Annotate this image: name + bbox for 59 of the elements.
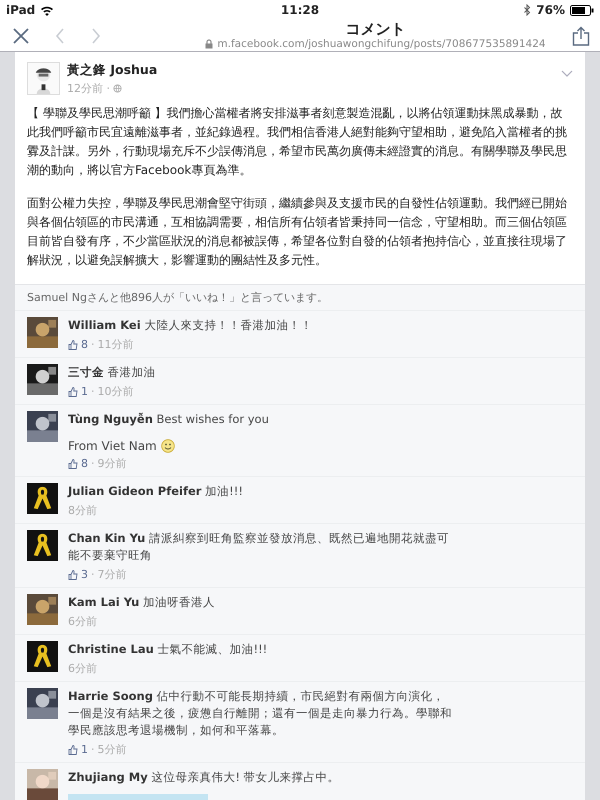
commenter-name[interactable]: 三寸金 bbox=[68, 365, 104, 379]
comment-time: 6分前 bbox=[68, 661, 97, 676]
comment-text: 三寸金 香港加油 bbox=[68, 364, 157, 381]
commenter-name[interactable]: Julian Gideon Pfeifer bbox=[68, 484, 202, 498]
comment-text: From Viet Nam bbox=[68, 439, 157, 453]
separator-dot: · bbox=[91, 743, 94, 756]
commenter-name[interactable]: Harrie Soong bbox=[68, 689, 153, 703]
comment-time: 11分前 bbox=[98, 337, 134, 352]
comment-text: Tùng Nguyễn Best wishes for you bbox=[68, 411, 270, 428]
comment-text: Julian Gideon Pfeifer 加油!!! bbox=[68, 483, 244, 500]
lock-icon bbox=[205, 39, 214, 49]
comment-text: Chan Kin Yu 請派糾察到旺角監察並發放消息、既然已遍地開花就盡可能不要棄守旺角 bbox=[68, 530, 450, 564]
like-count: 8 bbox=[81, 338, 88, 351]
post-time: 12分前 · bbox=[67, 81, 110, 96]
separator-dot: · bbox=[91, 568, 94, 581]
thumbs-up-icon[interactable] bbox=[68, 744, 78, 754]
separator-dot: · bbox=[91, 338, 94, 351]
separator-dot: · bbox=[91, 457, 94, 470]
comment-time: 9分前 bbox=[98, 456, 126, 471]
url-text[interactable]: m.facebook.com/joshuawongchifung/posts/708677535891424 bbox=[217, 38, 546, 50]
comment-text: Christine Lau 士氣不能滅、加油!!! bbox=[68, 641, 268, 658]
device-name: iPad bbox=[6, 3, 36, 17]
wifi-icon bbox=[40, 4, 54, 16]
like-count: 1 bbox=[81, 743, 88, 756]
comment-time: 5分前 bbox=[98, 742, 126, 757]
page-title: コメント bbox=[346, 21, 406, 38]
globe-icon bbox=[113, 84, 122, 93]
comment-text: Zhujiang My 这位母亲真伟大! 带女儿来撑占中。 bbox=[68, 769, 341, 786]
like-count: 3 bbox=[81, 568, 88, 581]
post-paragraph: 【 學聯及學民思潮呼籲 】我們擔心當權者將安排滋事者刻意製造混亂，以將佔領運動抹黑成暴動，故此我們呼籲市民宜遠離滋事者，並紀錄過程。我們相信香港人絕對能夠守望相助，避免陷入當權者的挑釁及計謀。另外，行動現場充斥不少誤傳消息，希望市民萬勿廣傳未經證實的消息。有關學聯及學民思潮的動向，將以官方Facebook專頁為準。 bbox=[27, 105, 568, 179]
comment-text: Harrie Soong 佔中行動不可能長期持續，市民絕對有兩個方向演化，一個是沒有結果之後，疲憊自行離開；還有一個是走向暴力行為。學聯和學民應該思考退場機制，如何和平落幕。 bbox=[68, 688, 453, 739]
share-icon[interactable] bbox=[572, 26, 590, 46]
thumbs-up-icon[interactable] bbox=[68, 386, 78, 396]
clock-time: 11:28 bbox=[280, 3, 320, 17]
commenter-name[interactable]: Tùng Nguyễn bbox=[68, 412, 153, 426]
comment-time: 8分前 bbox=[68, 503, 97, 518]
comment-time: 6分前 bbox=[68, 614, 97, 629]
close-icon[interactable] bbox=[13, 28, 29, 44]
commenter-name[interactable]: Christine Lau bbox=[68, 642, 154, 656]
comment-time: 7分前 bbox=[98, 567, 126, 582]
post-paragraph: 面對公權力失控，學聯及學民思潮會堅守街頭，繼續參與及支援市民的自發性佔領運動。我們經已開始與各個佔領區的市民溝通，互相協調需要，相信所有佔領者皆秉持同一信念，守望相助。而三個佔領區目前皆自發有序，不少當區狀況的消息都被誤傳，希望各位對自發的佔領者抱持信心，並直接往現場了解狀況，以避免誤解擴大，影響運動的團結性及多元性。 bbox=[27, 195, 568, 269]
comment-time: 10分前 bbox=[98, 384, 134, 399]
battery-percent: 76% bbox=[536, 3, 565, 17]
commenter-name[interactable]: William Kei bbox=[68, 318, 141, 332]
like-count: 8 bbox=[81, 457, 88, 470]
commenter-name[interactable]: Chan Kin Yu bbox=[68, 531, 146, 545]
thumbs-up-icon[interactable] bbox=[68, 570, 78, 580]
thumbs-up-icon[interactable] bbox=[68, 340, 78, 350]
comment-text: William Kei 大陸人來支持！！香港加油！！ bbox=[68, 317, 314, 334]
commenter-name[interactable]: Zhujiang My bbox=[68, 770, 148, 784]
battery-icon bbox=[570, 4, 594, 16]
author-name[interactable]: 黃之鋒 Joshua bbox=[67, 62, 554, 79]
comment-text: Kam Lai Yu 加油呀香港人 bbox=[68, 594, 216, 611]
thumbs-up-icon[interactable] bbox=[68, 458, 78, 468]
like-count: 1 bbox=[81, 385, 88, 398]
separator-dot: · bbox=[91, 385, 94, 398]
likes-summary[interactable]: Samuel Ngさんと他896人が「いいね！」と言っています。 bbox=[15, 285, 585, 311]
commenter-name[interactable]: Kam Lai Yu bbox=[68, 595, 140, 609]
bluetooth-icon bbox=[524, 4, 532, 16]
